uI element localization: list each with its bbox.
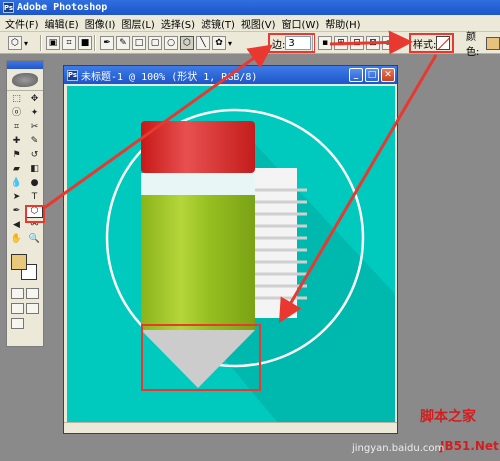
- photoshop-app-icon: Ps: [3, 2, 14, 13]
- notes-tool-icon[interactable]: ◀: [8, 219, 25, 232]
- create-new-shape-icon[interactable]: ▪: [318, 36, 332, 50]
- polygon-preset-icon[interactable]: ⬡: [8, 36, 22, 50]
- toolbox-header[interactable]: [7, 61, 43, 69]
- menu-select[interactable]: 选择(S): [158, 16, 198, 31]
- ellipse-icon[interactable]: ○: [164, 36, 178, 50]
- eraser-tool-icon[interactable]: ▰: [8, 163, 25, 176]
- minimize-button[interactable]: _: [349, 68, 363, 82]
- options-separator: [312, 35, 314, 51]
- color-swatch[interactable]: [486, 36, 500, 50]
- close-button[interactable]: ✕: [381, 68, 395, 82]
- brush-tool-icon[interactable]: ✎: [26, 135, 43, 148]
- shape-tools-group: ✒ ✎ □ ▢ ○ ⬡ ╲ ✿ ▾: [100, 35, 232, 51]
- pencil-eraser: [141, 121, 255, 173]
- style-picker-group: 样式:: [409, 33, 455, 53]
- exclude-shape-icon[interactable]: ⧈: [382, 36, 396, 50]
- line-icon[interactable]: ╲: [196, 36, 210, 50]
- options-separator: [94, 35, 96, 51]
- blur-tool-icon[interactable]: 💧: [8, 177, 25, 190]
- pencil-body: [141, 195, 255, 330]
- document-title: 未标题-1 @ 100% (形状 1, RGB/8): [81, 71, 258, 83]
- standard-mode-icon[interactable]: [11, 288, 24, 299]
- jump-to-imageready-icon[interactable]: [11, 318, 24, 329]
- fill-pixels-icon[interactable]: ■: [78, 36, 92, 50]
- menu-window[interactable]: 窗口(W): [279, 16, 323, 31]
- pencil-ferrule: [141, 173, 255, 195]
- color-picker-group: 颜色:: [466, 32, 500, 58]
- document-window: Ps 未标题-1 @ 100% (形状 1, RGB/8) _ □ ✕: [63, 65, 398, 434]
- jb51-watermark: 脚本之家: [420, 409, 476, 425]
- polygon-icon[interactable]: ⬡: [180, 36, 194, 50]
- menu-help[interactable]: 帮助(H): [322, 16, 363, 31]
- feather-icon: [12, 72, 38, 87]
- freeform-pen-icon[interactable]: ✎: [116, 36, 130, 50]
- document-title-bar[interactable]: Ps 未标题-1 @ 100% (形状 1, RGB/8) _ □ ✕: [64, 66, 397, 84]
- menu-view[interactable]: 视图(V): [238, 16, 279, 31]
- marquee-tool-icon[interactable]: ⬚: [8, 93, 25, 106]
- foreground-color-swatch[interactable]: [11, 254, 27, 270]
- options-separator: [40, 35, 42, 51]
- intersect-shape-icon[interactable]: ⊠: [366, 36, 380, 50]
- screen-mode-full-icon[interactable]: [26, 303, 39, 314]
- type-tool-icon[interactable]: T: [26, 191, 43, 204]
- lasso-tool-icon[interactable]: ⓞ: [8, 107, 25, 120]
- healing-brush-icon[interactable]: ✚: [8, 135, 25, 148]
- hand-tool-icon[interactable]: ✋: [8, 233, 25, 246]
- move-tool-icon[interactable]: ✥: [26, 93, 43, 106]
- dodge-tool-icon[interactable]: ●: [26, 177, 43, 190]
- path-ops-group: ▪ ⊞ ⊟ ⊠ ⧈: [318, 35, 398, 51]
- link-layer-icon[interactable]: ⚲: [396, 35, 403, 51]
- pen-icon[interactable]: ✒: [100, 36, 114, 50]
- chevron-down-icon[interactable]: ▾: [228, 39, 232, 48]
- paths-icon[interactable]: ⌗: [62, 36, 76, 50]
- sides-label: 边:: [272, 39, 286, 51]
- sides-input[interactable]: [285, 36, 312, 50]
- menu-file[interactable]: 文件(F): [2, 16, 42, 31]
- toolbox-logo[interactable]: [7, 69, 43, 91]
- options-bar: ⬡ ▾ ▣ ⌗ ■ ✒ ✎ □ ▢ ○ ⬡ ╲ ✿ ▾ 边: ▪ ⊞ ⊟ ⊠ ⧈…: [0, 32, 500, 58]
- document-icon: Ps: [67, 69, 78, 81]
- sides-field-group: 边:: [268, 33, 316, 53]
- document-status-bar: [64, 422, 397, 433]
- add-shape-icon[interactable]: ⊞: [334, 36, 348, 50]
- shape-layers-icon[interactable]: ▣: [46, 36, 60, 50]
- menu-image[interactable]: 图像(I): [82, 16, 119, 31]
- screen-mode-standard-icon[interactable]: [11, 303, 24, 314]
- polygon-tool-icon[interactable]: ⬡: [26, 205, 43, 218]
- pencil-illustration: [67, 86, 395, 422]
- chevron-down-icon[interactable]: ▾: [24, 39, 28, 48]
- menu-bar: 文件(F) 编辑(E) 图像(I) 图层(L) 选择(S) 滤镜(T) 视图(V…: [0, 15, 500, 32]
- menu-edit[interactable]: 编辑(E): [42, 16, 82, 31]
- style-label: 样式:: [413, 39, 437, 51]
- color-swatches: [7, 252, 43, 286]
- slice-tool-icon[interactable]: ✂: [26, 121, 43, 134]
- document-canvas[interactable]: [67, 86, 395, 422]
- jb51-url-watermark: JB51.Net: [440, 439, 499, 453]
- shape-mode-group: ▣ ⌗ ■: [46, 35, 94, 51]
- path-selection-icon[interactable]: ➤: [8, 191, 25, 204]
- eyedropper-icon[interactable]: ⚯: [26, 219, 43, 232]
- menu-layer[interactable]: 图层(L): [118, 16, 157, 31]
- tool-preset-picker[interactable]: ⬡ ▾: [8, 35, 28, 51]
- toolbox-panel: ⬚ ✥ ⓞ ✦ ⌗ ✂ ✚ ✎ ⚑ ↺ ▰ ◧ 💧 ● ➤ T ✒ ⬡ ◀ ⚯ …: [6, 60, 44, 347]
- subtract-shape-icon[interactable]: ⊟: [350, 36, 364, 50]
- menu-filter[interactable]: 滤镜(T): [198, 16, 238, 31]
- gradient-tool-icon[interactable]: ◧: [26, 163, 43, 176]
- zoom-tool-icon[interactable]: 🔍: [26, 233, 43, 246]
- style-swatch[interactable]: [436, 36, 451, 50]
- crop-tool-icon[interactable]: ⌗: [8, 121, 25, 134]
- pen-tool-icon[interactable]: ✒: [8, 205, 25, 218]
- app-title-bar: Ps Adobe Photoshop: [0, 0, 500, 15]
- maximize-button[interactable]: □: [365, 68, 379, 82]
- magic-wand-icon[interactable]: ✦: [26, 107, 43, 120]
- history-brush-icon[interactable]: ↺: [26, 149, 43, 162]
- quick-mask-icon[interactable]: [26, 288, 39, 299]
- color-label: 颜色:: [466, 32, 480, 58]
- custom-shape-icon[interactable]: ✿: [212, 36, 226, 50]
- jingyan-watermark: jingyan.baidu.com: [352, 443, 445, 454]
- rounded-rectangle-icon[interactable]: ▢: [148, 36, 162, 50]
- clone-stamp-icon[interactable]: ⚑: [8, 149, 25, 162]
- app-title: Adobe Photoshop: [17, 2, 108, 13]
- rectangle-icon[interactable]: □: [132, 36, 146, 50]
